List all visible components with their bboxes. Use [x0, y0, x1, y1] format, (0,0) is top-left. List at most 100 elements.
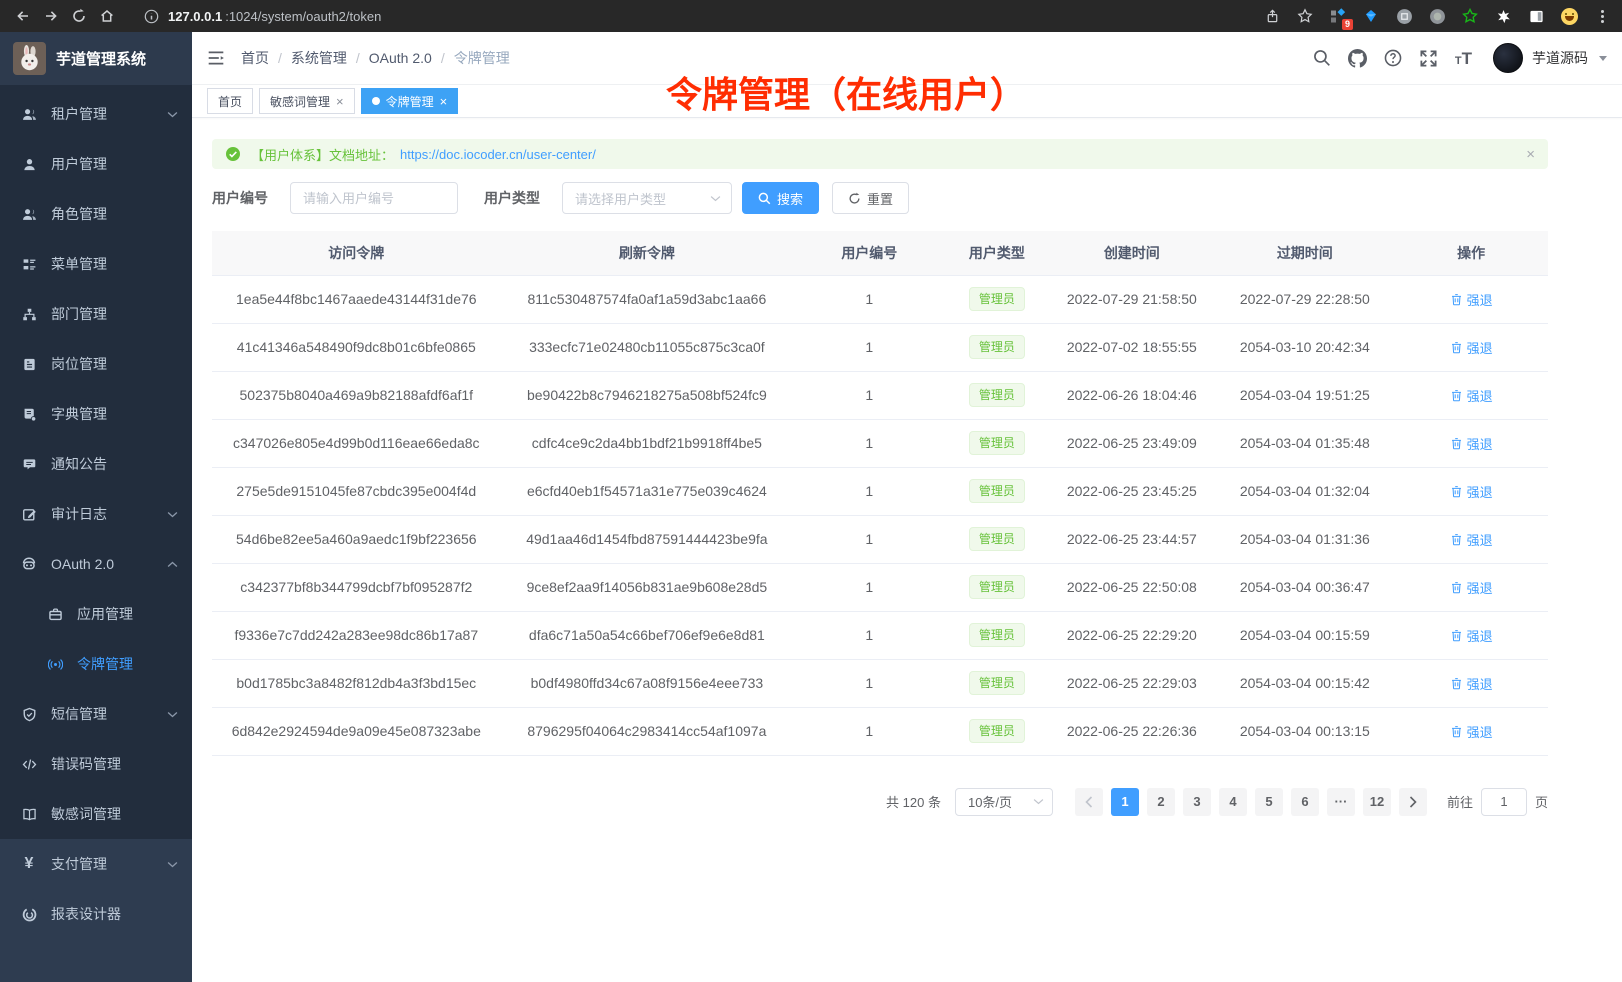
page-button-6[interactable]: 6 — [1291, 788, 1319, 816]
user-type-badge: 管理员 — [969, 719, 1025, 743]
page-button-5[interactable]: 5 — [1255, 788, 1283, 816]
chevron-up-icon — [167, 561, 178, 568]
browser-menu-icon[interactable] — [1592, 6, 1612, 26]
page-button-12[interactable]: 12 — [1363, 788, 1391, 816]
page-size-select[interactable]: 10条/页 — [955, 788, 1053, 816]
navbar-tools: TT 芋道源码 — [1313, 43, 1607, 73]
announcement-icon — [21, 456, 37, 472]
user-id-input[interactable] — [290, 182, 458, 214]
force-logout-button[interactable]: 强退 — [1450, 674, 1493, 693]
page-button-2[interactable]: 2 — [1147, 788, 1175, 816]
force-logout-button[interactable]: 强退 — [1450, 578, 1493, 597]
force-logout-button[interactable]: 强退 — [1450, 722, 1493, 741]
menu-tree-icon — [21, 256, 37, 272]
sensitive-word-icon — [21, 806, 37, 822]
dictionary-icon — [21, 406, 37, 422]
sidebar-item-tenant[interactable]: 租户管理 — [0, 89, 192, 139]
audit-log-icon — [21, 506, 37, 522]
gem-extension-icon[interactable] — [1361, 6, 1381, 26]
sidebar-item-user[interactable]: 用户管理 — [0, 139, 192, 189]
sidebar-item-report-designer[interactable]: 报表设计器 — [0, 889, 192, 939]
page-button-4[interactable]: 4 — [1219, 788, 1247, 816]
force-logout-button[interactable]: 强退 — [1450, 530, 1493, 549]
tab-token[interactable]: 令牌管理× — [361, 88, 459, 114]
goto-page-input[interactable] — [1481, 788, 1527, 816]
record-extension-icon[interactable] — [1427, 6, 1447, 26]
sidebar-item-menu[interactable]: 菜单管理 — [0, 239, 192, 289]
breadcrumb-system[interactable]: 系统管理 — [291, 48, 347, 68]
close-icon[interactable]: × — [1526, 147, 1535, 162]
tab-home[interactable]: 首页 — [207, 88, 253, 114]
trash-icon — [1450, 293, 1463, 306]
help-icon[interactable] — [1384, 49, 1402, 67]
pinwheel-extension-icon[interactable] — [1493, 6, 1513, 26]
force-logout-button[interactable]: 强退 — [1450, 626, 1493, 645]
sidebar-item-dept[interactable]: 部门管理 — [0, 289, 192, 339]
user-type-badge: 管理员 — [969, 383, 1025, 407]
home-icon[interactable] — [94, 3, 120, 29]
sidebar-item-notice[interactable]: 通知公告 — [0, 439, 192, 489]
breadcrumb-oauth[interactable]: OAuth 2.0 — [369, 50, 432, 66]
address-bar[interactable]: 127.0.0.1:1024/system/oauth2/token — [144, 9, 1248, 24]
prev-page-button[interactable] — [1075, 788, 1103, 816]
green-star-extension-icon[interactable] — [1460, 6, 1480, 26]
sidebar-item-oauth[interactable]: OAuth 2.0 — [0, 539, 192, 589]
page-button-1[interactable]: 1 — [1111, 788, 1139, 816]
reset-button[interactable]: 重置 — [832, 182, 909, 214]
sidebar-item-audit-log[interactable]: 审计日志 — [0, 489, 192, 539]
extension-grid-icon[interactable]: 9 — [1328, 6, 1348, 26]
sidebar-item-sms[interactable]: 短信管理 — [0, 689, 192, 739]
force-logout-button[interactable]: 强退 — [1450, 290, 1493, 309]
alert-doc-link[interactable]: https://doc.iocoder.cn/user-center/ — [400, 147, 596, 162]
font-size-icon[interactable]: TT — [1455, 50, 1472, 67]
force-logout-button[interactable]: 强退 — [1450, 338, 1493, 357]
sidebar-item-dict[interactable]: 字典管理 — [0, 389, 192, 439]
pay-icon: ¥ — [21, 856, 37, 872]
close-icon[interactable]: × — [336, 95, 344, 108]
sidebar-item-oauth-token[interactable]: 令牌管理 — [0, 639, 192, 689]
sidebar-item-pay[interactable]: ¥ 支付管理 — [0, 839, 192, 889]
user-icon — [21, 156, 37, 172]
force-logout-button[interactable]: 强退 — [1450, 482, 1493, 501]
next-page-button[interactable] — [1399, 788, 1427, 816]
page-button-3[interactable]: 3 — [1183, 788, 1211, 816]
force-logout-button[interactable]: 强退 — [1450, 434, 1493, 453]
sidebar-item-post[interactable]: 岗位管理 — [0, 339, 192, 389]
sidebar-item-sensitive-word[interactable]: 敏感词管理 — [0, 789, 192, 839]
sidebar-item-oauth-app[interactable]: 应用管理 — [0, 589, 192, 639]
search-icon — [758, 192, 771, 205]
username[interactable]: 芋道源码 — [1532, 48, 1588, 68]
search-icon[interactable] — [1313, 49, 1331, 67]
org-chart-icon — [21, 306, 37, 322]
url-path: :1024/system/oauth2/token — [225, 9, 381, 24]
fullscreen-icon[interactable] — [1419, 49, 1438, 68]
tab-sensitive-word[interactable]: 敏感词管理× — [259, 88, 355, 114]
sidebar-item-role[interactable]: 角色管理 — [0, 189, 192, 239]
user-type-label: 用户类型 — [484, 188, 540, 208]
emoji-extension-icon[interactable] — [1559, 6, 1579, 26]
side-panel-icon[interactable] — [1526, 6, 1546, 26]
sidebar-toggle-icon[interactable] — [207, 50, 225, 66]
avatar[interactable] — [1493, 43, 1523, 73]
close-icon[interactable]: × — [440, 95, 448, 108]
active-dot — [372, 97, 380, 105]
force-logout-button[interactable]: 强退 — [1450, 386, 1493, 405]
reload-icon[interactable] — [66, 3, 92, 29]
chevron-down-icon[interactable] — [1599, 56, 1607, 61]
back-icon[interactable] — [10, 3, 36, 29]
more-pages-button[interactable]: ··· — [1327, 788, 1355, 816]
forward-icon[interactable] — [38, 3, 64, 29]
search-button[interactable]: 搜索 — [742, 182, 819, 214]
sidebar-item-error-code[interactable]: 错误码管理 — [0, 739, 192, 789]
share-icon[interactable] — [1262, 6, 1282, 26]
github-icon[interactable] — [1348, 49, 1367, 68]
site-info-icon[interactable] — [144, 9, 159, 24]
user-type-badge: 管理员 — [969, 575, 1025, 599]
oauth-icon — [21, 556, 37, 572]
bookmark-star-icon[interactable] — [1295, 6, 1315, 26]
command-extension-icon[interactable] — [1394, 6, 1414, 26]
user-type-select[interactable]: 请选择用户类型 — [562, 182, 732, 214]
user-type-badge: 管理员 — [969, 671, 1025, 695]
col-access-token: 访问令牌 — [212, 231, 501, 275]
breadcrumb-home[interactable]: 首页 — [241, 48, 269, 68]
